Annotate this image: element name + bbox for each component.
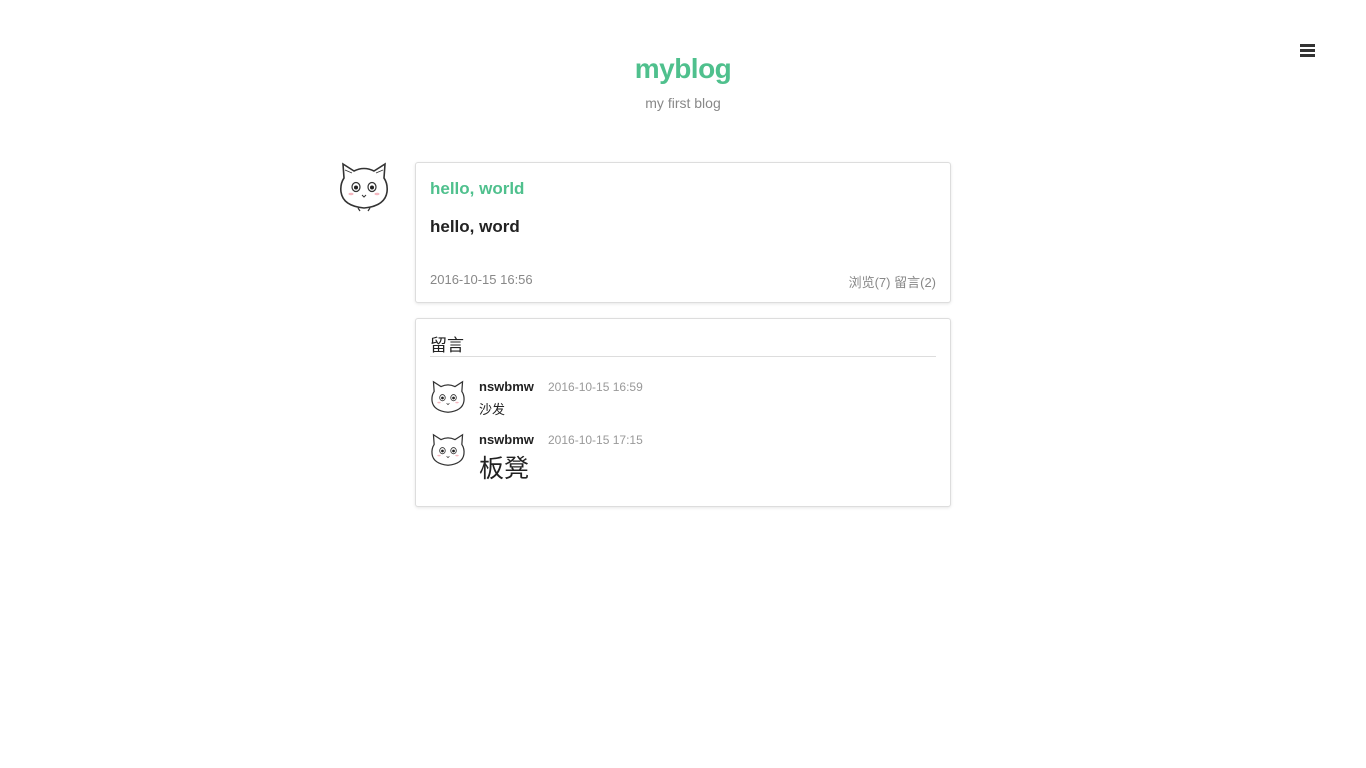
comment-text: 沙发 — [479, 402, 506, 417]
site-title[interactable]: myblog — [0, 50, 1366, 88]
post-views: 浏览(7) — [848, 275, 891, 290]
post-comments-count[interactable]: 留言(2) — [894, 275, 936, 290]
comment-text: 板凳 — [479, 455, 530, 483]
comment-author[interactable]: nswbmw — [479, 432, 534, 447]
post-title[interactable]: hello, world — [430, 179, 524, 199]
comment-time: 2016-10-15 16:59 — [548, 380, 643, 394]
site-header: myblog my first blog — [0, 50, 1366, 111]
comment-author[interactable]: nswbmw — [479, 379, 534, 394]
post-stats: 浏览(7) 留言(2) — [849, 272, 936, 291]
post-content: hello, word — [430, 217, 520, 236]
post-card: hello, world hello, word 2016-10-15 16:5… — [415, 162, 951, 303]
comment-avatar-cat-icon[interactable] — [430, 432, 466, 468]
comment-avatar-cat-icon[interactable] — [430, 379, 466, 415]
divider — [430, 356, 936, 357]
post-date: 2016-10-15 16:56 — [430, 272, 533, 287]
comment-time: 2016-10-15 17:15 — [548, 433, 643, 447]
comments-heading: 留言 — [430, 336, 464, 355]
page: myblog my first blog hello, world hello,… — [0, 0, 1366, 768]
comments-card: 留言 nswbmw 2016-10-15 16:59 沙发 nswbmw 201… — [415, 318, 951, 507]
author-avatar-cat-icon[interactable] — [338, 160, 390, 212]
site-subtitle: my first blog — [645, 95, 721, 111]
